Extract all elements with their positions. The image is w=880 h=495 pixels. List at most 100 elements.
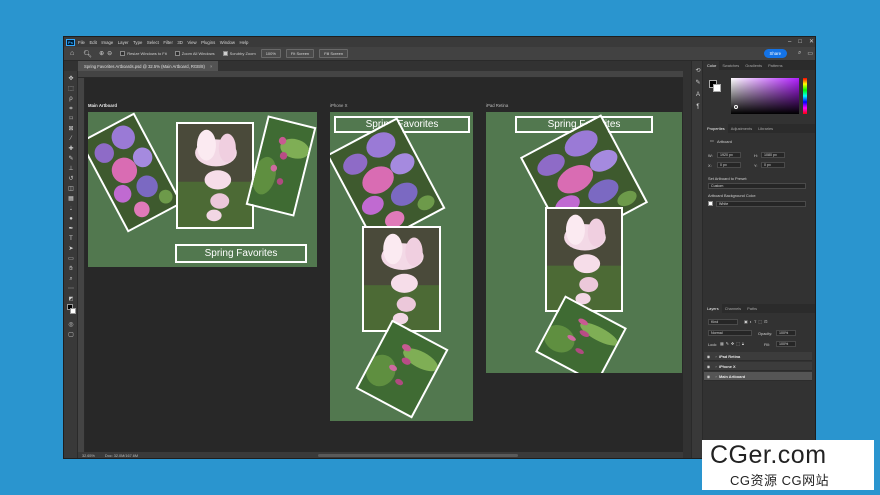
lasso-tool-icon[interactable]: ρ	[67, 95, 75, 103]
tab-paths[interactable]: Paths	[744, 306, 760, 313]
menu-3d[interactable]: 3D	[177, 40, 183, 45]
gradient-tool-icon[interactable]: ▦	[67, 195, 75, 203]
fit-screen-button[interactable]: Fit Screen	[285, 49, 315, 58]
more-tools-icon[interactable]: ⋯	[67, 285, 75, 293]
hue-slider[interactable]	[803, 78, 807, 114]
artboard-label-main[interactable]: Main Artboard	[88, 103, 117, 108]
menu-image[interactable]: Image	[101, 40, 113, 45]
layer-filter-kind[interactable]: Kind	[708, 319, 738, 325]
default-colors-icon[interactable]: ◩	[67, 295, 75, 303]
brush-panel-icon[interactable]: ✎	[694, 79, 702, 87]
menu-layer[interactable]: Layer	[118, 40, 129, 45]
object-select-tool-icon[interactable]: ⌗	[67, 105, 75, 113]
menu-window[interactable]: Window	[220, 40, 235, 45]
home-icon[interactable]: ⌂	[70, 50, 74, 57]
tab-channels[interactable]: Channels	[722, 306, 744, 313]
type-tool-icon[interactable]: T	[67, 235, 75, 243]
ipad-artboard[interactable]: Spring Favorites	[486, 112, 682, 373]
tab-swatches[interactable]: Swatches	[719, 63, 742, 70]
visibility-eye-icon[interactable]: ◉	[704, 364, 713, 369]
fill-screen-button[interactable]: Fill Screen	[319, 49, 349, 58]
stamp-tool-icon[interactable]: ⊥	[67, 165, 75, 173]
brush-tool-icon[interactable]: ✎	[67, 155, 75, 163]
frame-tool-icon[interactable]: ⊠	[67, 125, 75, 133]
main-artboard[interactable]: Spring Favorites	[88, 112, 317, 267]
visibility-eye-icon[interactable]: ◉	[704, 354, 713, 359]
x-field[interactable]: 0 px	[717, 162, 741, 168]
bg-color-dropdown[interactable]: White	[716, 201, 806, 207]
quick-mask-icon[interactable]: ◎	[67, 321, 75, 329]
width-field[interactable]: 1920 px	[717, 152, 741, 158]
history-panel-icon[interactable]: ⟲	[694, 67, 702, 75]
magnolia-photo[interactable]	[545, 207, 623, 312]
zoom-all-checkbox[interactable]: Zoom All Windows	[174, 51, 215, 56]
blur-tool-icon[interactable]: 💧︎	[67, 205, 75, 213]
scrubby-zoom-checkbox[interactable]: Scrubby Zoom	[222, 51, 256, 56]
minimize-icon[interactable]: –	[788, 38, 791, 46]
resize-windows-checkbox[interactable]: Resize Windows to Fit	[120, 51, 167, 56]
close-icon[interactable]: ✕	[809, 38, 814, 46]
lock-icons[interactable]: ▦✎✥⬚🔒︎	[720, 341, 746, 346]
bg-color-swatch[interactable]	[708, 201, 713, 206]
hydrangea-photo[interactable]	[88, 112, 183, 233]
character-panel-icon[interactable]: A	[694, 91, 702, 99]
healing-brush-icon[interactable]: ✚	[67, 145, 75, 153]
layer-row-ipad-retina[interactable]: ◉ › iPad Retina	[704, 352, 812, 361]
height-field[interactable]: 1080 px	[761, 152, 785, 158]
horizontal-scrollbar[interactable]	[318, 454, 518, 457]
color-picker-field[interactable]	[731, 78, 799, 114]
zoom-tool-icon[interactable]: ⌕	[67, 275, 75, 283]
hand-tool-icon[interactable]: ✋︎	[67, 265, 75, 273]
orchid-photo[interactable]	[355, 319, 449, 419]
rectangle-tool-icon[interactable]: ▭	[67, 255, 75, 263]
menu-type[interactable]: Type	[133, 40, 142, 45]
dodge-tool-icon[interactable]: ●	[67, 215, 75, 223]
tab-gradients[interactable]: Gradients	[742, 63, 765, 70]
layer-filter-icons[interactable]: ▣◐T⬚⊡	[744, 319, 769, 324]
workspace-icon[interactable]: ▭	[807, 50, 813, 57]
zoom-100-button[interactable]: 100%	[260, 49, 281, 58]
zoom-level[interactable]: 32.65%	[82, 454, 95, 458]
blend-mode-dropdown[interactable]: Normal	[708, 330, 752, 336]
tab-adjustments[interactable]: Adjustments	[728, 126, 755, 133]
spring-favorites-banner-main[interactable]: Spring Favorites	[175, 244, 307, 263]
preset-dropdown[interactable]: Custom	[708, 183, 806, 189]
opacity-field[interactable]: 100%	[776, 330, 796, 336]
share-button[interactable]: Share	[763, 49, 787, 58]
zoom-in-icon[interactable]: ⊕	[99, 50, 104, 57]
layer-row-main-artboard[interactable]: ◉ › Main Artboard	[704, 372, 812, 381]
history-brush-icon[interactable]: ↺	[67, 175, 75, 183]
menu-view[interactable]: View	[187, 40, 196, 45]
eraser-tool-icon[interactable]: ◫	[67, 185, 75, 193]
move-tool-icon[interactable]: ✥	[67, 75, 75, 83]
path-select-tool-icon[interactable]: ➤	[67, 245, 75, 253]
tab-properties[interactable]: Properties	[704, 124, 728, 133]
menu-help[interactable]: Help	[240, 40, 249, 45]
doc-info[interactable]: Doc: 32.0M/167.6M	[105, 454, 138, 458]
y-field[interactable]: 0 px	[761, 162, 785, 168]
tab-layers[interactable]: Layers	[704, 304, 722, 313]
iphone-artboard[interactable]: Spring Favorites	[330, 112, 473, 421]
pen-tool-icon[interactable]: ✒︎	[67, 225, 75, 233]
screen-mode-icon[interactable]: ▢	[67, 331, 75, 339]
artboard-label-iphone[interactable]: iPhone X	[330, 103, 347, 108]
crop-tool-icon[interactable]: ⌑	[67, 115, 75, 123]
menu-edit[interactable]: Edit	[89, 40, 96, 45]
search-icon[interactable]: ⌕	[798, 50, 801, 57]
document-tab[interactable]: Spring Favorites Artboards.psd @ 32.5% (…	[78, 61, 219, 71]
fill-field[interactable]: 100%	[776, 341, 796, 347]
orchid-photo[interactable]	[245, 115, 317, 217]
background-swatch[interactable]	[713, 84, 721, 92]
tab-patterns[interactable]: Patterns	[765, 63, 786, 70]
magnolia-photo[interactable]	[176, 122, 254, 229]
layer-row-iphone-x[interactable]: ◉ › iPhone X	[704, 362, 812, 371]
menu-file[interactable]: File	[78, 40, 85, 45]
maximize-icon[interactable]: □	[798, 38, 802, 46]
paragraph-panel-icon[interactable]: ¶	[694, 103, 702, 111]
tab-libraries[interactable]: Libraries	[755, 126, 776, 133]
tab-close-icon[interactable]: ×	[210, 64, 212, 69]
visibility-eye-icon[interactable]: ◉	[704, 374, 713, 379]
background-color-swatch[interactable]	[70, 308, 76, 314]
eyedropper-tool-icon[interactable]: ⁄	[67, 135, 75, 143]
menu-filter[interactable]: Filter	[163, 40, 173, 45]
